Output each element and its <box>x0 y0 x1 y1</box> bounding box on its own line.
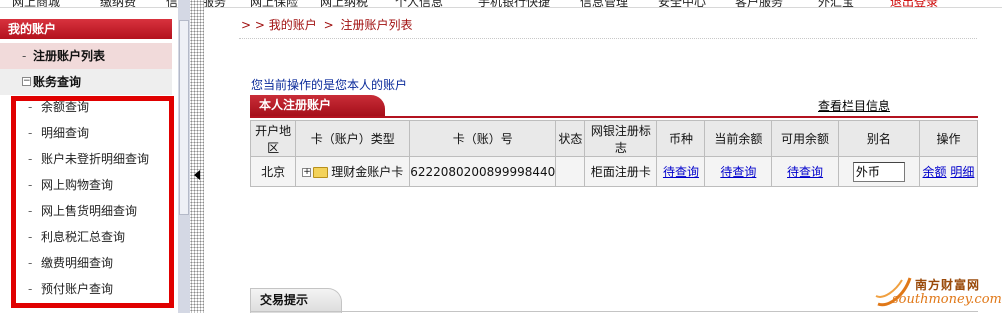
cell-region: 北京 <box>249 156 297 187</box>
sidebar-item-shopping-query[interactable]: - 网上购物查询 <box>0 172 172 198</box>
card-type-label: 理财金账户卡 <box>331 165 404 179</box>
watermark-en: southmoney.com <box>892 292 1002 307</box>
breadcrumb-registered-list[interactable]: 注册账户列表 <box>341 18 413 32</box>
sidebar-item-label: 明细查询 <box>41 126 90 140</box>
cell-operation: 余额 明细 <box>918 156 979 187</box>
divider-line <box>239 38 977 39</box>
tab-underline <box>250 311 978 312</box>
main-content: > > 我的账户 > 注册账户列表 您当前操作的是您本人的账户 本人注册账户 查… <box>204 0 1002 313</box>
watermark-cn: 南方财富网 <box>915 278 981 292</box>
collapse-left-icon[interactable] <box>194 170 200 180</box>
table-row: 北京 + 理财金账户卡 6222080200899998440 柜面注册卡 待查询… <box>249 156 979 187</box>
sidebar-item-prepaid-query[interactable]: - 预付账户查询 <box>0 276 172 302</box>
sidebar-item-interest-tax[interactable]: - 利息税汇总查询 <box>0 224 172 250</box>
sidebar-item-label: 账户未登折明细查询 <box>41 152 150 166</box>
accounts-table: 开户地区 卡（账户）类型 卡（账）号 状态 网银注册标志 币种 当前余额 可用余… <box>249 120 979 187</box>
sidebar-item-label: 缴费明细查询 <box>41 256 114 270</box>
dash-icon: - <box>28 152 33 166</box>
available-balance-query-link[interactable]: 待查询 <box>787 165 823 179</box>
sidebar-group-label: 账务查询 <box>33 75 82 89</box>
folder-icon <box>313 167 329 178</box>
cell-card-type: + 理财金账户卡 <box>295 156 411 187</box>
column-info-link[interactable]: 查看栏目信息 <box>818 97 890 114</box>
sidebar-item-payment-detail[interactable]: - 缴费明细查询 <box>0 250 172 276</box>
sidebar-item-detail-query[interactable]: - 明细查询 <box>0 120 172 146</box>
sidebar-item-balance-query[interactable]: - 余额查询 <box>0 94 172 120</box>
sidebar-item-label: 注册账户列表 <box>33 49 106 63</box>
dash-icon: - <box>28 256 33 270</box>
sidebar-item-label: 预付账户查询 <box>41 282 114 296</box>
col-available-balance: 可用余额 <box>771 120 839 157</box>
table-header-row: 开户地区 卡（账户）类型 卡（账）号 状态 网银注册标志 币种 当前余额 可用余… <box>249 120 979 157</box>
breadcrumb-separator: > <box>323 18 334 32</box>
breadcrumb-arrows: > > <box>241 18 265 32</box>
sidebar-item-label: 网上购物查询 <box>41 178 114 192</box>
cell-reg-flag: 柜面注册卡 <box>584 156 658 187</box>
cell-current-balance: 待查询 <box>704 156 773 187</box>
col-region: 开户地区 <box>249 120 297 157</box>
dash-icon: - <box>28 178 33 192</box>
col-card-number: 卡（账）号 <box>409 120 557 157</box>
op-balance-link[interactable]: 余额 <box>923 165 947 179</box>
col-currency: 币种 <box>656 120 706 157</box>
scrollbar-thumb[interactable] <box>179 20 189 215</box>
col-current-balance: 当前余额 <box>704 120 773 157</box>
col-reg-flag: 网银注册标志 <box>584 120 658 157</box>
dash-icon: - <box>28 282 33 296</box>
col-card-type: 卡（账户）类型 <box>295 120 411 157</box>
tab-underline <box>250 116 978 118</box>
dash-icon: - <box>22 49 27 63</box>
cell-available-balance: 待查询 <box>771 156 839 187</box>
col-status: 状态 <box>555 120 586 157</box>
sidebar-item-unposted-detail[interactable]: - 账户未登折明细查询 <box>0 146 172 172</box>
watermark-logo: 南方财富网 southmoney.com <box>870 268 1002 313</box>
frame-divider[interactable] <box>190 0 204 313</box>
sidebar-item-label: 利息税汇总查询 <box>41 230 126 244</box>
current-balance-query-link[interactable]: 待查询 <box>720 165 756 179</box>
dash-icon: - <box>28 100 33 114</box>
top-nav-item[interactable]: 缴纳费 <box>100 0 136 7</box>
sidebar-item-label: 余额查询 <box>41 100 90 114</box>
currency-query-link[interactable]: 待查询 <box>663 165 699 179</box>
collapse-icon[interactable]: − <box>22 77 31 86</box>
sidebar-group-account-query[interactable]: − 账务查询 <box>0 69 172 95</box>
cell-alias <box>837 156 920 187</box>
dash-icon: - <box>28 204 33 218</box>
account-notice: 您当前操作的是您本人的账户 <box>251 78 408 92</box>
expand-icon[interactable]: + <box>302 168 312 177</box>
sidebar-title: 我的账户 <box>0 19 172 39</box>
alias-input[interactable] <box>852 161 905 182</box>
sidebar-scrollbar[interactable] <box>178 0 190 313</box>
cell-status <box>555 156 586 187</box>
top-nav-item[interactable]: 网上商城 <box>12 0 60 7</box>
col-alias: 别名 <box>837 120 920 157</box>
col-operation: 操作 <box>918 120 979 157</box>
tab-transaction-tips[interactable]: 交易提示 <box>250 288 342 313</box>
dash-icon: - <box>28 230 33 244</box>
sidebar-item-label: 网上售货明细查询 <box>41 204 138 218</box>
tab-own-accounts[interactable]: 本人注册账户 <box>250 95 385 117</box>
sidebar: 我的账户 - 注册账户列表 − 账务查询 - 余额查询 - 明细查询 - 账户未… <box>0 14 178 313</box>
cell-currency: 待查询 <box>656 156 706 187</box>
sidebar-item-sales-detail[interactable]: - 网上售货明细查询 <box>0 198 172 224</box>
op-detail-link[interactable]: 明细 <box>950 165 974 179</box>
cell-card-number: 6222080200899998440 <box>409 156 557 187</box>
dash-icon: - <box>28 126 33 140</box>
breadcrumb-my-account[interactable]: 我的账户 <box>269 18 317 32</box>
breadcrumb: > > 我的账户 > 注册账户列表 <box>241 16 413 33</box>
sidebar-item-registered-list[interactable]: - 注册账户列表 <box>0 43 172 69</box>
